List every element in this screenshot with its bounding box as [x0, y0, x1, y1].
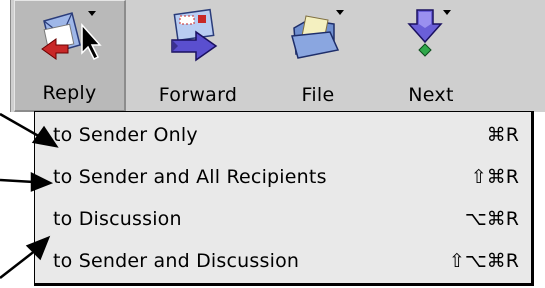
callout-arrowhead	[30, 171, 54, 192]
callout-arrows	[0, 112, 59, 279]
callout-line	[0, 112, 43, 140]
callout-line	[0, 178, 35, 184]
callout-arrowhead	[31, 125, 59, 148]
callout-line	[0, 249, 37, 279]
